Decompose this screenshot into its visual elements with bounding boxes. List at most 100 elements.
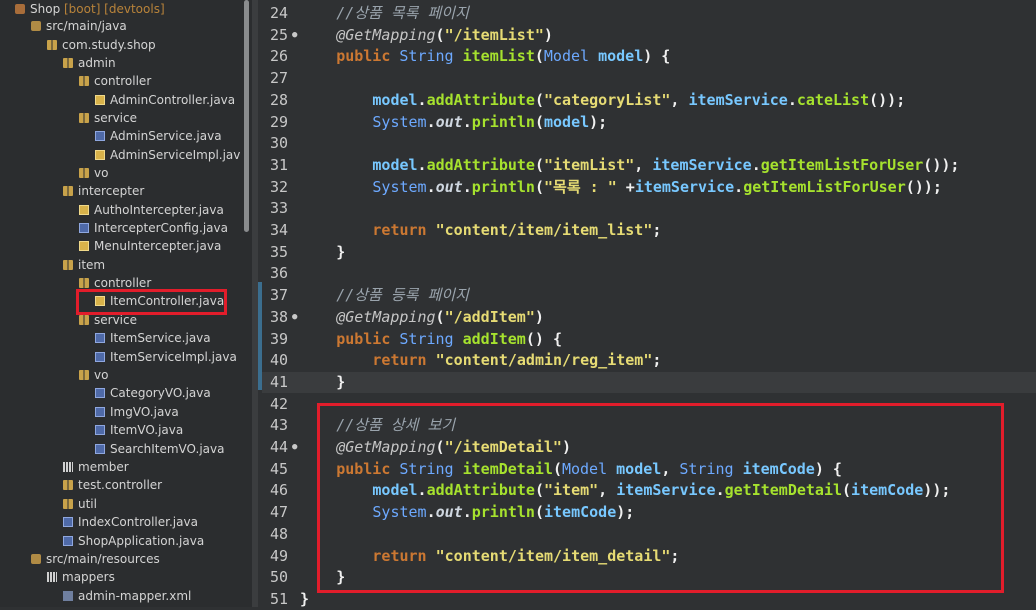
tree-item[interactable]: Shop [boot] [devtools]	[2, 0, 165, 18]
code-line[interactable]: 26 public String itemList(Model model) {	[262, 46, 1036, 67]
tree-item[interactable]: ItemVO.java	[82, 421, 183, 439]
package-icon	[47, 572, 57, 582]
code-line[interactable]: 25 ● @GetMapping("/itemList")	[262, 25, 1036, 46]
line-number: 48	[270, 524, 289, 543]
tree-item[interactable]: member	[50, 458, 129, 476]
tree-item[interactable]: IndexController.java	[50, 513, 198, 531]
code-text: }	[336, 372, 346, 391]
code-line[interactable]: 32 System.out.println("목록 : " +itemServic…	[262, 177, 1036, 198]
tree-item[interactable]: AdminServiceImpl.java	[82, 146, 240, 164]
line-number: 32	[270, 177, 289, 196]
fold-marker-icon[interactable]: ●	[292, 25, 297, 46]
tree-item[interactable]: src/main/java	[18, 17, 127, 35]
java-file-icon	[95, 131, 105, 141]
fold-marker-icon[interactable]: ●	[292, 437, 297, 458]
tree-item-label: mappers	[62, 570, 115, 584]
itemcontroller-highlight-box	[76, 289, 227, 315]
tree-item-label: intercepter	[78, 184, 145, 198]
package-icon	[79, 113, 89, 123]
tree-item[interactable]: CategoryVO.java	[82, 384, 211, 402]
code-text: public String itemList(Model model) {	[336, 47, 671, 66]
code-line[interactable]: 24 //상품 목록 페이지	[262, 3, 1036, 24]
tree-item[interactable]: service	[66, 109, 137, 127]
line-number: 30	[270, 134, 289, 153]
java-file-icon	[95, 150, 105, 160]
project-icon	[15, 4, 25, 14]
tree-item[interactable]: intercepter	[50, 182, 144, 200]
package-icon	[47, 40, 57, 50]
code-line[interactable]: 35}	[262, 242, 1036, 263]
tree-item-label: vo	[94, 368, 109, 382]
source-folder-icon	[31, 21, 41, 31]
package-icon	[79, 370, 89, 380]
tree-item-label: src/main/java	[46, 19, 127, 33]
tree-item[interactable]: ImgVO.java	[82, 403, 179, 421]
tree-item[interactable]: vo	[66, 164, 108, 182]
tree-item-label: src/main/resources	[46, 552, 160, 566]
code-line[interactable]: 27	[262, 68, 1036, 89]
code-text: //상품 등록 페이지	[336, 286, 469, 305]
code-line[interactable]: 41}	[262, 371, 1036, 393]
line-number: 39	[270, 329, 289, 348]
java-file-icon	[95, 333, 105, 343]
code-text: @GetMapping("/addItem")	[336, 307, 544, 326]
code-line[interactable]: 38 ● @GetMapping("/addItem")	[262, 307, 1036, 328]
code-line[interactable]: 31 model.addAttribute("itemList", itemSer…	[262, 155, 1036, 176]
line-number: 42	[270, 394, 289, 413]
tree-item[interactable]: item	[50, 256, 105, 274]
tree-item[interactable]: controller	[66, 72, 151, 90]
tree-item[interactable]: ShopApplication.java	[50, 532, 204, 550]
tree-item[interactable]: com.study.shop	[34, 36, 156, 54]
code-line[interactable]: 30	[262, 133, 1036, 154]
tree-item-label: vo	[94, 166, 109, 180]
tree-item[interactable]: test.controller	[50, 476, 162, 494]
java-file-icon	[95, 388, 105, 398]
tree-item[interactable]: MenuIntercepter.java	[66, 237, 221, 255]
package-icon	[79, 278, 89, 288]
tree-item[interactable]: ItemServiceImpl.java	[82, 348, 237, 366]
tree-item[interactable]: AdminController.java	[82, 91, 235, 109]
code-line[interactable]: 37 //상품 등록 페이지	[262, 285, 1036, 306]
package-icon	[63, 186, 73, 196]
code-text: @GetMapping("/itemList")	[336, 25, 553, 44]
tree-item[interactable]: admin	[50, 54, 116, 72]
tree-item[interactable]: SearchItemVO.java	[82, 440, 224, 458]
tree-item[interactable]: AdminService.java	[82, 127, 222, 145]
tree-item-label: util	[78, 497, 97, 511]
java-file-icon	[95, 352, 105, 362]
code-text: System.out.println("목록 : " +itemService.…	[372, 177, 942, 196]
tree-item[interactable]: util	[50, 495, 97, 513]
tree-item[interactable]: ItemService.java	[82, 329, 211, 347]
tree-item-label: test.controller	[78, 478, 163, 492]
package-icon	[79, 315, 89, 325]
tree-item-label: controller	[94, 276, 152, 290]
tree-item[interactable]: src/main/resources	[18, 550, 160, 568]
tree-item[interactable]: vo	[66, 366, 108, 384]
line-number: 36	[270, 264, 289, 283]
code-line[interactable]: 40 return "content/admin/reg_item";	[262, 350, 1036, 371]
java-file-icon	[95, 95, 105, 105]
tree-item[interactable]: IntercepterConfig.java	[66, 219, 228, 237]
line-number: 41	[270, 372, 289, 391]
code-line[interactable]: 28 model.addAttribute("categoryList", ite…	[262, 90, 1036, 111]
line-number: 31	[270, 155, 289, 174]
code-line[interactable]: 29 System.out.println(model);	[262, 112, 1036, 133]
line-number: 45	[270, 459, 289, 478]
code-line[interactable]: 36	[262, 263, 1036, 284]
line-number: 40	[270, 351, 289, 370]
tree-item[interactable]: admin-mapper.xml	[50, 587, 191, 605]
code-line[interactable]: 33	[262, 198, 1036, 219]
tree-item[interactable]: AuthoIntercepter.java	[66, 201, 224, 219]
java-file-icon	[79, 205, 89, 215]
source-folder-icon	[31, 554, 41, 564]
line-number: 37	[270, 286, 289, 305]
package-icon	[79, 76, 89, 86]
tree-item[interactable]: mappers	[34, 568, 115, 586]
line-number: 26	[270, 47, 289, 66]
code-line[interactable]: 34 return "content/item/item_list";	[262, 220, 1036, 241]
explorer-scrollbar-thumb[interactable]	[244, 0, 249, 232]
package-icon	[63, 499, 73, 509]
package-icon	[63, 260, 73, 270]
fold-marker-icon[interactable]: ●	[292, 307, 297, 328]
code-line[interactable]: 39 public String addItem() {	[262, 329, 1036, 350]
